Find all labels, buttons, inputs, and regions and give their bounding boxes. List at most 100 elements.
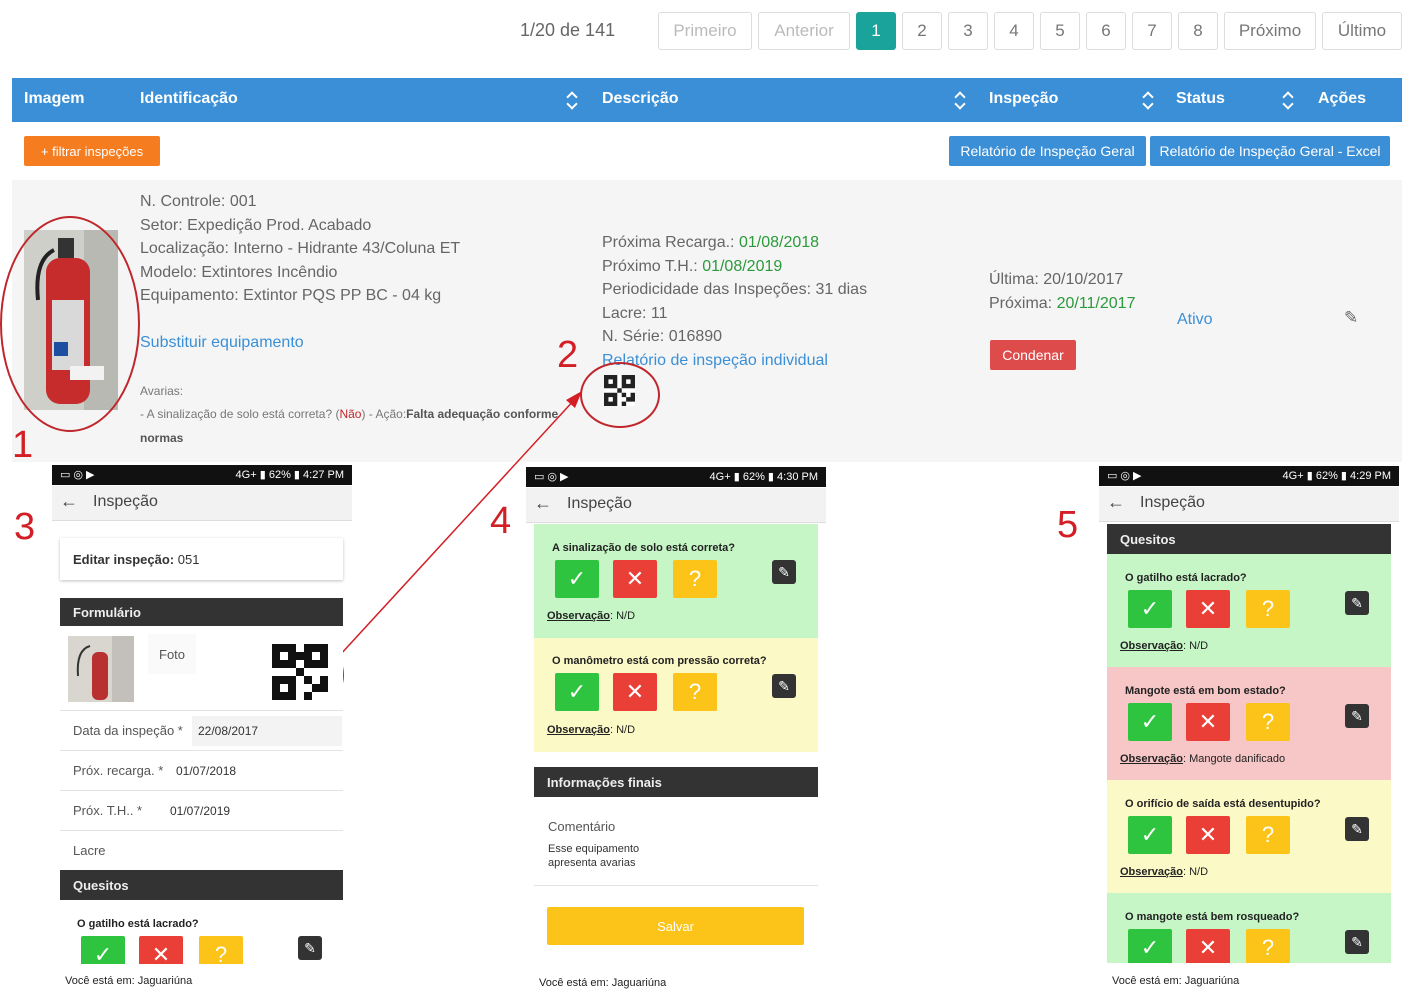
final-info-header: Informações finais [534, 767, 818, 797]
edit-pencil-icon[interactable]: ✎ [1345, 704, 1369, 728]
save-button[interactable]: Salvar [547, 907, 804, 945]
location-footer: Você está em: Jaguariúna [539, 977, 667, 989]
edit-pencil-icon[interactable]: ✎ [772, 674, 796, 698]
yes-button[interactable]: ✓ [1128, 816, 1172, 854]
yes-button[interactable]: ✓ [555, 673, 599, 711]
unknown-button[interactable]: ? [1246, 929, 1290, 963]
phone-status-bar: ▭◎▶ 4G+ ▮ 62% ▮ 4:30 PM [526, 467, 826, 487]
replace-equipment-link[interactable]: Substituir equipamento [140, 331, 304, 355]
edit-pencil-icon[interactable]: ✎ [1345, 591, 1369, 615]
yes-button[interactable]: ✓ [1128, 929, 1172, 963]
sort-icon[interactable] [1282, 91, 1292, 109]
status-right: 4G+ ▮ 62% ▮ 4:27 PM [235, 469, 344, 481]
equipment-thumbnail[interactable] [68, 636, 134, 702]
avarias-text-end: normas [140, 431, 184, 445]
seal-label[interactable]: Lacre [73, 843, 106, 858]
unknown-button[interactable]: ? [199, 936, 243, 964]
unknown-button[interactable]: ? [1246, 816, 1290, 854]
unknown-button[interactable]: ? [673, 673, 717, 711]
col-header-image[interactable]: Imagem [24, 90, 84, 108]
no-button[interactable]: ✕ [1186, 816, 1230, 854]
phone-status-bar: ▭◎▶ 4G+ ▮ 62% ▮ 4:27 PM [52, 465, 352, 485]
next-page-button[interactable]: Próximo [1224, 12, 1316, 50]
col-header-description[interactable]: Descrição [602, 90, 679, 108]
page-5-button[interactable]: 5 [1040, 12, 1080, 50]
no-button[interactable]: ✕ [613, 673, 657, 711]
fire-extinguisher-icon [68, 636, 134, 702]
table-header: Imagem Identificação Descrição Inspeção … [12, 78, 1402, 122]
question-card: O mangote está bem rosqueado? ✓ ✕ ? ✎ [1107, 893, 1391, 963]
observation: Observação: N/D [1120, 866, 1209, 878]
next-th: Próximo T.H.: 01/08/2019 [602, 257, 783, 275]
pagination-info: 1/20 de 141 [520, 20, 616, 40]
annotation-ring-photo [0, 216, 140, 432]
no-button[interactable]: ✕ [613, 560, 657, 598]
app-bar: ← Inspeção [52, 486, 352, 521]
first-page-button[interactable]: Primeiro [658, 12, 752, 50]
next-recharge-label: Próx. recarga. * [73, 763, 164, 778]
seal: Lacre: 11 [602, 304, 668, 322]
back-arrow-icon[interactable]: ← [60, 491, 78, 512]
col-header-status[interactable]: Status [1176, 90, 1225, 108]
page-1-button[interactable]: 1 [856, 12, 896, 50]
col-header-actions: Ações [1318, 90, 1367, 107]
prev-page-button[interactable]: Anterior [758, 12, 850, 50]
no-button[interactable]: ✕ [1186, 929, 1230, 963]
yes-button[interactable]: ✓ [1128, 590, 1172, 628]
general-report-excel-button[interactable]: Relatório de Inspeção Geral - Excel [1150, 136, 1390, 166]
edit-pencil-icon[interactable]: ✎ [1344, 308, 1358, 328]
observation: Observação: N/D [1120, 640, 1209, 652]
page-8-button[interactable]: 8 [1178, 12, 1218, 50]
yes-button[interactable]: ✓ [555, 560, 599, 598]
location-footer: Você está em: Jaguariúna [65, 975, 193, 987]
serial-number: N. Série: 016890 [602, 328, 723, 345]
status-active: Ativo [1177, 311, 1213, 328]
unknown-button[interactable]: ? [1246, 703, 1290, 741]
comment-field[interactable]: Esse equipamento apresenta avarias [548, 842, 678, 870]
next-th-field[interactable]: 01/07/2019 [170, 804, 230, 818]
question-card: O manômetro está com pressão correta? ✓ … [534, 638, 818, 752]
annotation-number-4: 4 [490, 500, 512, 542]
unknown-button[interactable]: ? [673, 560, 717, 598]
question-text: O gatilho está lacrado? [77, 918, 199, 930]
condemn-button[interactable]: Condenar [990, 340, 1076, 370]
general-report-button[interactable]: Relatório de Inspeção Geral [949, 136, 1146, 166]
location: Localização: Interno - Hidrante 43/Colun… [140, 240, 461, 257]
last-page-button[interactable]: Último [1322, 12, 1402, 50]
qr-code-icon[interactable] [272, 644, 328, 700]
filter-inspections-button[interactable]: + filtrar inspeções [24, 136, 160, 166]
col-header-identification[interactable]: Identificação [140, 90, 238, 108]
edit-pencil-icon[interactable]: ✎ [772, 560, 796, 584]
yes-button[interactable]: ✓ [81, 936, 125, 964]
col-header-inspection[interactable]: Inspeção [989, 90, 1058, 108]
sort-icon[interactable] [1142, 91, 1152, 109]
no-button[interactable]: ✕ [139, 936, 183, 964]
app-bar: ← Inspeção [526, 488, 826, 523]
back-arrow-icon[interactable]: ← [1107, 492, 1125, 513]
edit-pencil-icon[interactable]: ✎ [1345, 930, 1369, 954]
sort-icon[interactable] [954, 91, 964, 109]
next-recharge-field[interactable]: 01/07/2018 [176, 764, 236, 778]
edit-pencil-icon[interactable]: ✎ [298, 936, 322, 960]
no-button[interactable]: ✕ [1186, 590, 1230, 628]
back-arrow-icon[interactable]: ← [534, 493, 552, 514]
edit-pencil-icon[interactable]: ✎ [1345, 817, 1369, 841]
phone-status-bar: ▭◎▶ 4G+ ▮ 62% ▮ 4:29 PM [1099, 466, 1399, 486]
page-7-button[interactable]: 7 [1132, 12, 1172, 50]
page-3-button[interactable]: 3 [948, 12, 988, 50]
no-button[interactable]: ✕ [1186, 703, 1230, 741]
app-title: Inspeção [93, 493, 158, 510]
last-inspection: Última: 20/10/2017 [989, 271, 1124, 288]
annotation-number-3: 3 [14, 506, 36, 548]
sort-icon[interactable] [566, 91, 576, 109]
observation: Observação: N/D [547, 610, 636, 622]
unknown-button[interactable]: ? [1246, 590, 1290, 628]
page-4-button[interactable]: 4 [994, 12, 1034, 50]
sector: Setor: Expedição Prod. Acabado [140, 216, 372, 234]
yes-button[interactable]: ✓ [1128, 703, 1172, 741]
page-6-button[interactable]: 6 [1086, 12, 1126, 50]
page-2-button[interactable]: 2 [902, 12, 942, 50]
photo-button[interactable]: Foto [148, 634, 196, 674]
inspection-date-field[interactable]: 22/08/2017 [192, 716, 342, 746]
question-card: O gatilho está lacrado? ✓ ✕ ? ✎ Observaç… [1107, 554, 1391, 667]
